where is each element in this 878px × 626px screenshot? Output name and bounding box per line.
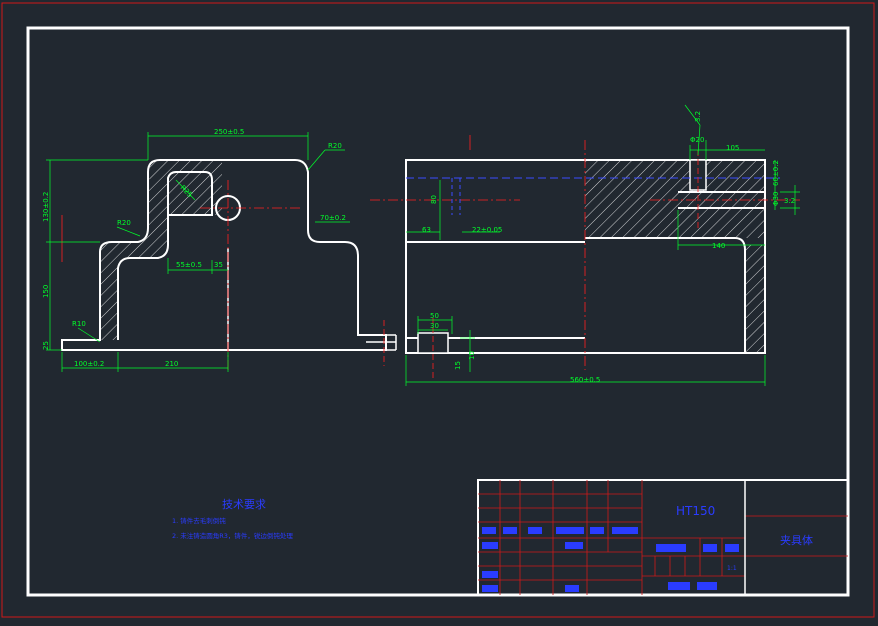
drawing-svg: 250±0.5 R20 R25 130±0.2 R20 55±0.5 35 70… xyxy=(1,2,875,618)
dim-radius-bottom: R10 xyxy=(72,320,86,328)
dim-base-right-width: 210 xyxy=(165,360,178,368)
cad-drawing-canvas[interactable]: 250±0.5 R20 R25 130±0.2 R20 55±0.5 35 70… xyxy=(0,0,878,622)
dim-tol-60: 60±0.2 xyxy=(772,160,780,186)
dim-right-width: 105 xyxy=(726,144,739,152)
sheet-border-outer xyxy=(1,2,875,618)
dim-radius-top-right: R20 xyxy=(328,142,342,150)
dim-offset-63: 63 xyxy=(422,226,431,234)
tech-item-2: 2. 未注铸造圆角R3，铸件，锐边倒钝处理 xyxy=(172,531,293,540)
dim-left-height-top: 130±0.2 xyxy=(42,192,50,222)
title-block: HT150 夹具体 1:1 xyxy=(477,479,849,596)
dim-slot-width: 55±0.5 xyxy=(176,261,202,269)
side-view: 3.2 Φ20 105 80 63 22±0.05 Φ30 60±0.2 3.2… xyxy=(370,104,800,386)
dim-left-height-mid: 150 xyxy=(42,285,50,298)
dim-slot-50: 50 xyxy=(430,312,439,320)
dim-depth-80: 80 xyxy=(430,195,438,204)
tech-requirements: 技术要求 1. 铸件去毛刺倒钝 2. 未注铸造圆角R3，铸件，锐边倒钝处理 xyxy=(172,498,293,540)
dim-base-height: 25 xyxy=(42,341,50,350)
hatch-side-right xyxy=(745,245,765,353)
dim-top-width: 250±0.5 xyxy=(214,128,244,136)
dim-base-left-width: 100±0.2 xyxy=(74,360,104,368)
dim-slot-30: 30 xyxy=(430,322,439,330)
dim-width-140: 140 xyxy=(712,242,725,250)
dim-total-width: 560±0.5 xyxy=(570,376,600,384)
dim-height-10: 10 xyxy=(468,351,476,360)
tech-title: 技术要求 xyxy=(222,498,266,511)
tech-item-1: 1. 铸件去毛刺倒钝 xyxy=(172,516,226,525)
hatch-side xyxy=(585,160,765,238)
material-label: HT150 xyxy=(676,504,715,518)
dim-angle-right: 3.2 xyxy=(784,197,795,205)
front-view: 250±0.5 R20 R25 130±0.2 R20 55±0.5 35 70… xyxy=(42,128,397,372)
dim-hole-dia: Φ20 xyxy=(690,136,704,144)
dim-dia-30: Φ30 xyxy=(772,192,780,206)
dim-radius-left: R20 xyxy=(117,219,131,227)
dim-offset-22: 22±0.05 xyxy=(472,226,502,234)
part-name: 夹具体 xyxy=(780,533,813,547)
dim-angle-top: 3.2 xyxy=(694,111,702,122)
dim-height-15: 15 xyxy=(454,361,462,370)
scale-value: 1:1 xyxy=(727,565,737,572)
dim-right-step: 70±0.2 xyxy=(320,214,346,222)
dim-slot-offset: 35 xyxy=(214,261,223,269)
